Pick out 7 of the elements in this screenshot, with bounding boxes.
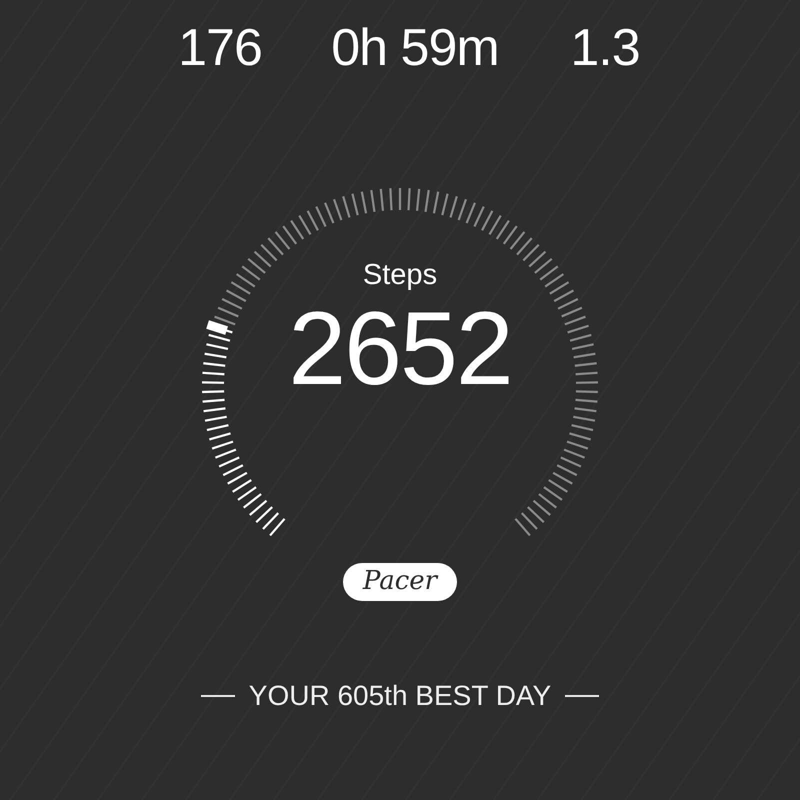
steps-count: 2652 bbox=[288, 294, 512, 404]
best-day-text: YOUR 605th BEST DAY bbox=[248, 680, 552, 712]
pacer-logo: Pacer bbox=[342, 563, 458, 601]
steps-label: Steps bbox=[362, 258, 438, 292]
stat-value: 1.3 bbox=[569, 20, 641, 76]
stat-value: 0h 59m bbox=[330, 20, 500, 76]
stat-value: 176 bbox=[177, 20, 263, 76]
